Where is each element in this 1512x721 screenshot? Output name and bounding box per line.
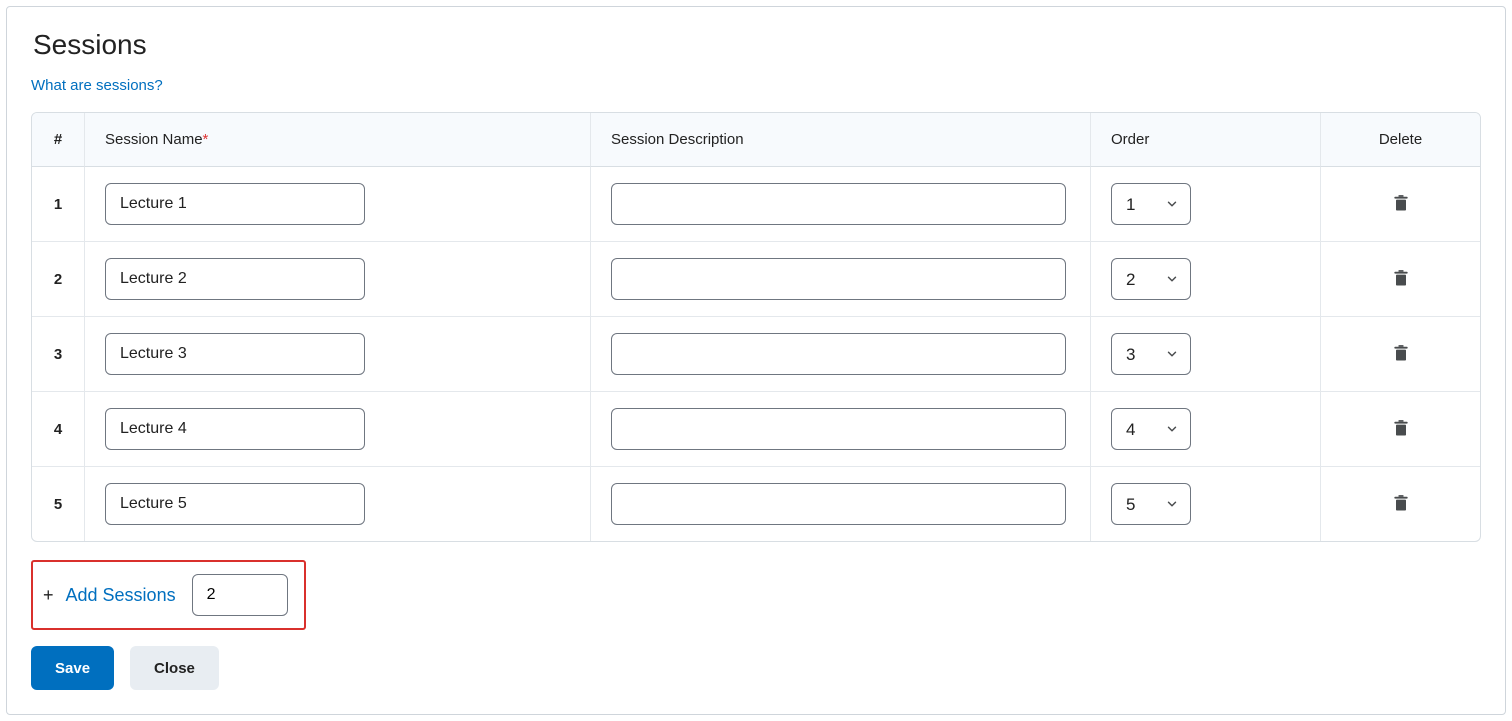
- order-select[interactable]: 2: [1111, 258, 1191, 300]
- session-description-input[interactable]: [611, 183, 1066, 225]
- close-button[interactable]: Close: [130, 646, 219, 690]
- table-row: 5 5: [32, 466, 1480, 541]
- session-name-input[interactable]: [105, 408, 365, 450]
- order-select[interactable]: 3: [1111, 333, 1191, 375]
- add-sessions-button[interactable]: + Add Sessions: [43, 585, 176, 606]
- session-name-input[interactable]: [105, 333, 365, 375]
- trash-icon: [1391, 492, 1411, 514]
- table-row: 1 1: [32, 167, 1480, 241]
- col-delete: Delete: [1320, 113, 1480, 167]
- row-number: 2: [32, 241, 84, 316]
- col-description: Session Description: [590, 113, 1090, 167]
- add-sessions-count-input[interactable]: [192, 574, 288, 616]
- row-number: 1: [32, 167, 84, 241]
- session-description-input[interactable]: [611, 333, 1066, 375]
- add-sessions-region: + Add Sessions: [31, 560, 306, 630]
- table-row: 4 4: [32, 391, 1480, 466]
- delete-button[interactable]: [1385, 486, 1417, 523]
- trash-icon: [1391, 417, 1411, 439]
- col-name-label: Session Name: [105, 131, 203, 148]
- button-row: Save Close: [31, 646, 1481, 690]
- page-title: Sessions: [33, 29, 1481, 61]
- table-row: 3 3: [32, 316, 1480, 391]
- trash-icon: [1391, 342, 1411, 364]
- sessions-panel: Sessions What are sessions? # Session Na…: [6, 6, 1506, 715]
- session-name-input[interactable]: [105, 258, 365, 300]
- trash-icon: [1391, 267, 1411, 289]
- order-select[interactable]: 5: [1111, 483, 1191, 525]
- delete-button[interactable]: [1385, 261, 1417, 298]
- col-order: Order: [1090, 113, 1320, 167]
- order-select[interactable]: 1: [1111, 183, 1191, 225]
- col-name: Session Name*: [84, 113, 590, 167]
- sessions-table: # Session Name* Session Description Orde…: [31, 112, 1481, 542]
- delete-button[interactable]: [1385, 411, 1417, 448]
- help-link[interactable]: What are sessions?: [31, 77, 163, 94]
- session-description-input[interactable]: [611, 483, 1066, 525]
- order-select[interactable]: 4: [1111, 408, 1191, 450]
- col-number: #: [32, 113, 84, 167]
- session-description-input[interactable]: [611, 258, 1066, 300]
- required-mark: *: [203, 131, 209, 148]
- session-name-input[interactable]: [105, 483, 365, 525]
- row-number: 4: [32, 391, 84, 466]
- table-row: 2 2: [32, 241, 1480, 316]
- add-sessions-label: Add Sessions: [66, 585, 176, 606]
- session-name-input[interactable]: [105, 183, 365, 225]
- row-number: 5: [32, 466, 84, 541]
- row-number: 3: [32, 316, 84, 391]
- save-button[interactable]: Save: [31, 646, 114, 690]
- delete-button[interactable]: [1385, 186, 1417, 223]
- trash-icon: [1391, 192, 1411, 214]
- delete-button[interactable]: [1385, 336, 1417, 373]
- session-description-input[interactable]: [611, 408, 1066, 450]
- plus-icon: +: [43, 585, 54, 606]
